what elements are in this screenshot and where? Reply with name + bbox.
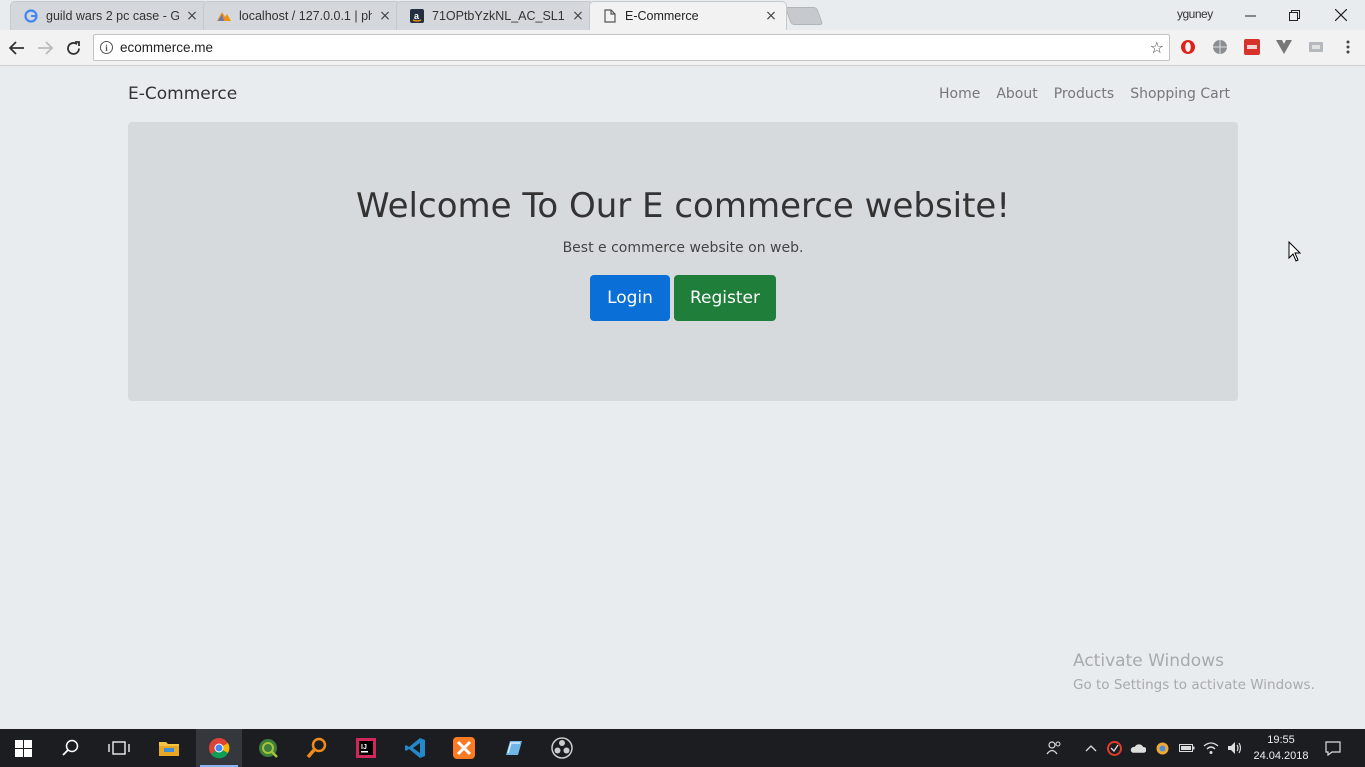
chevron-up-icon[interactable] <box>1083 740 1099 756</box>
close-tab-icon[interactable]: × <box>378 9 392 23</box>
auth-buttons: Login Register <box>128 275 1238 321</box>
google-icon <box>23 8 39 24</box>
browser-tab-strip: guild wars 2 pc case - Go × localhost / … <box>0 0 1365 30</box>
info-icon[interactable]: i <box>100 41 113 54</box>
clock-date: 24.04.2018 <box>1253 750 1309 762</box>
watermark-subtitle: Go to Settings to activate Windows. <box>1073 677 1315 693</box>
tab-title: localhost / 127.0.0.1 | php <box>239 9 372 23</box>
search-everything-icon[interactable] <box>294 729 340 767</box>
nav-shopping-cart[interactable]: Shopping Cart <box>1130 86 1230 102</box>
close-tab-icon[interactable]: × <box>764 9 778 23</box>
url-text[interactable]: ecommerce.me <box>120 40 213 55</box>
app-tray-icon[interactable] <box>1154 740 1170 756</box>
site-nav: Home About Products Shopping Cart <box>939 86 1230 102</box>
restore-icon[interactable] <box>1271 0 1317 30</box>
bookmark-star-icon[interactable]: ☆ <box>1150 38 1164 57</box>
globe-extension-icon[interactable] <box>1212 39 1228 55</box>
task-view-icon[interactable] <box>96 729 142 767</box>
extension-icon[interactable] <box>1308 39 1324 55</box>
tab-google-search[interactable]: guild wars 2 pc case - Go × <box>10 1 208 30</box>
forward-arrow-icon[interactable] <box>34 37 56 59</box>
obs-icon[interactable] <box>539 729 585 767</box>
tab-title: E-Commerce <box>625 9 699 23</box>
login-button[interactable]: Login <box>590 275 670 321</box>
site-brand[interactable]: E-Commerce <box>128 84 237 104</box>
address-bar[interactable]: i ecommerce.me ☆ <box>93 34 1170 61</box>
tab-title: 71OPtbYzkNL_AC_SL150( <box>432 9 565 23</box>
tab-ecommerce[interactable]: E-Commerce × <box>589 1 787 30</box>
security-tray-icon[interactable] <box>1106 740 1122 756</box>
welcome-subtitle: Best e commerce website on web. <box>562 240 804 256</box>
back-arrow-icon[interactable] <box>6 37 28 59</box>
nav-products[interactable]: Products <box>1054 86 1114 102</box>
windows-taskbar: IJ 19:55 24.04.2018 <box>0 729 1365 767</box>
page-icon <box>602 8 618 24</box>
profile-name[interactable]: yguney <box>1177 7 1213 21</box>
chrome-icon[interactable] <box>196 729 242 767</box>
tab-phpmyadmin[interactable]: localhost / 127.0.0.1 | php × <box>203 1 401 30</box>
search-icon[interactable] <box>48 729 94 767</box>
reload-icon[interactable] <box>62 37 84 59</box>
tab-title: guild wars 2 pc case - Go <box>46 9 179 23</box>
minimize-icon[interactable] <box>1227 0 1273 30</box>
xampp-icon[interactable] <box>441 729 487 767</box>
jumbotron: Welcome To Our E commerce website! Best … <box>128 122 1238 401</box>
android-studio-icon[interactable] <box>245 729 291 767</box>
battery-icon[interactable] <box>1179 740 1195 756</box>
svg-text:IJ: IJ <box>361 744 367 751</box>
tab-amazon-image[interactable]: a 71OPtbYzkNL_AC_SL150( × <box>396 1 594 30</box>
intellij-icon[interactable]: IJ <box>343 729 389 767</box>
activate-windows-watermark: Activate Windows Go to Settings to activ… <box>1073 651 1315 693</box>
welcome-heading: Welcome To Our E commerce website! <box>356 186 1010 226</box>
new-tab-button[interactable] <box>784 7 824 25</box>
close-window-icon[interactable] <box>1318 0 1364 30</box>
watermark-title: Activate Windows <box>1073 651 1224 671</box>
vscode-icon[interactable] <box>392 729 438 767</box>
file-explorer-icon[interactable] <box>146 729 192 767</box>
action-center-icon[interactable] <box>1325 740 1341 756</box>
close-tab-icon[interactable]: × <box>185 9 199 23</box>
pen-app-icon[interactable] <box>490 729 536 767</box>
start-windows-icon[interactable] <box>0 729 46 767</box>
mouse-cursor-icon <box>1288 240 1302 266</box>
close-tab-icon[interactable]: × <box>571 9 585 23</box>
clock-time: 19:55 <box>1267 734 1295 746</box>
amazon-icon: a <box>409 8 425 24</box>
volume-icon[interactable] <box>1227 740 1243 756</box>
opera-extension-icon[interactable] <box>1180 39 1196 55</box>
wifi-icon[interactable] <box>1203 740 1219 756</box>
phpmyadmin-icon <box>216 8 232 24</box>
menu-kebab-icon[interactable] <box>1340 39 1356 55</box>
vue-devtools-icon[interactable] <box>1276 39 1292 55</box>
onedrive-icon[interactable] <box>1130 740 1146 756</box>
browser-toolbar: i ecommerce.me ☆ <box>0 30 1365 66</box>
cors-extension-icon[interactable] <box>1244 39 1260 55</box>
nav-about[interactable]: About <box>996 86 1037 102</box>
page-content: E-Commerce Home About Products Shopping … <box>0 67 1365 729</box>
system-clock[interactable]: 19:55 24.04.2018 <box>1252 732 1310 764</box>
register-button[interactable]: Register <box>674 275 776 321</box>
people-icon[interactable] <box>1046 740 1062 756</box>
nav-home[interactable]: Home <box>939 86 980 102</box>
